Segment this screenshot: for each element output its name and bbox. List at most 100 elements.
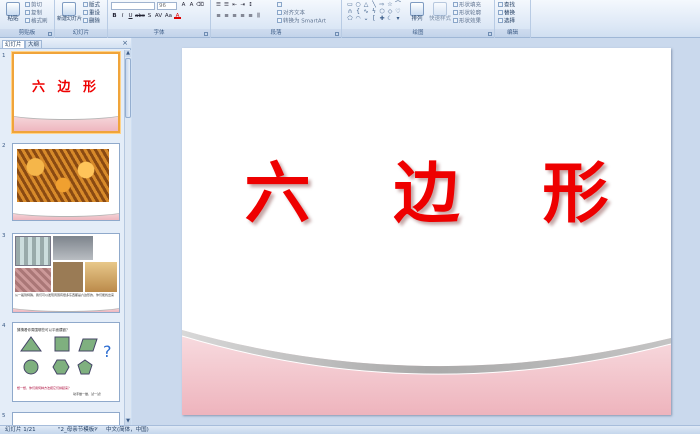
font-name-combo[interactable] bbox=[111, 2, 155, 10]
align-center-icon[interactable]: ≡ bbox=[223, 13, 230, 20]
new-slide-button[interactable]: 新建幻灯片 bbox=[57, 2, 82, 23]
distribute-icon[interactable]: ≡ bbox=[247, 13, 254, 20]
line-spacing-icon[interactable]: ↕ bbox=[247, 2, 254, 9]
paste-icon bbox=[6, 2, 20, 16]
svg-text:?: ? bbox=[103, 342, 112, 361]
tab-outline[interactable]: 大纲 bbox=[25, 40, 43, 48]
slide-title[interactable]: 六 边 形 bbox=[182, 140, 671, 236]
rectangle-shape-icon[interactable]: ▭ bbox=[346, 1, 354, 8]
spellcheck-icon[interactable]: ✓ bbox=[94, 426, 99, 434]
tab-slides[interactable]: 幻灯片 bbox=[2, 40, 25, 48]
shape-outline-button[interactable]: 形状轮廓 bbox=[453, 10, 481, 17]
moon-shape-icon[interactable]: ☾ bbox=[386, 15, 394, 22]
char-spacing-button[interactable]: AV bbox=[154, 13, 163, 20]
align-right-icon[interactable]: ≡ bbox=[231, 13, 238, 20]
font-color-button[interactable]: A bbox=[174, 13, 181, 19]
thumbnail-wave bbox=[13, 202, 119, 220]
font-launcher-icon[interactable] bbox=[204, 32, 208, 36]
decrease-indent-icon[interactable]: ⇤ bbox=[231, 2, 238, 9]
editing-group-label: 编辑 bbox=[495, 29, 530, 37]
pentagon-shape-icon[interactable]: ⬠ bbox=[346, 15, 354, 22]
thumbnail-number: 1 bbox=[2, 53, 6, 59]
scroll-up-icon[interactable]: ▲ bbox=[125, 50, 131, 57]
increase-indent-icon[interactable]: ⇥ bbox=[239, 2, 246, 9]
text-shadow-button[interactable]: S bbox=[146, 13, 153, 20]
hexagon-shape-icon[interactable]: ⬡ bbox=[378, 8, 386, 15]
reset-button[interactable]: 重设 bbox=[83, 10, 100, 17]
arrow-shape-icon[interactable]: ⇨ bbox=[378, 1, 386, 8]
status-bar: 幻灯片 1/21 "2_母亲节模板" ✓ 中文(简体，中国) bbox=[0, 425, 700, 434]
slide-thumbnail-4[interactable]: 猜猜看你周围哪些可以平面镶嵌？ ? 想一想，你们用何种方法把它们拼起来？ 动手做… bbox=[12, 322, 120, 402]
more-shapes-icon[interactable]: ▾ bbox=[394, 15, 402, 22]
star-shape-icon[interactable]: ☆ bbox=[386, 1, 394, 8]
cut-button[interactable]: 剪切 bbox=[25, 2, 42, 9]
replace-button[interactable]: 替换 bbox=[498, 10, 515, 17]
thumbnail-title: 六 边 形 bbox=[31, 80, 101, 95]
slide-thumbnail-3[interactable]: 从一般到特殊，我们可以发现周围有很多东西都是六边形的，你们能找出来吗？ bbox=[12, 233, 120, 313]
justify-icon[interactable]: ≡ bbox=[239, 13, 246, 20]
italic-button[interactable]: I bbox=[119, 13, 126, 20]
paragraph-launcher-icon[interactable] bbox=[335, 32, 339, 36]
numbering-icon[interactable]: ☰ bbox=[223, 2, 230, 9]
arc-shape-icon[interactable]: ◠ bbox=[354, 15, 362, 22]
drawing-launcher-icon[interactable] bbox=[488, 32, 492, 36]
grow-font-icon[interactable]: A bbox=[180, 2, 187, 9]
smartart-button[interactable]: 转换为 SmartArt bbox=[277, 18, 326, 25]
scroll-thumb[interactable] bbox=[125, 58, 131, 118]
paving-photo bbox=[15, 268, 51, 292]
align-text-icon bbox=[277, 10, 282, 15]
align-left-icon[interactable]: ≡ bbox=[215, 13, 222, 20]
shapes-gallery[interactable]: ▭ ○ △ ╲ ⇨ ☆ ⌒ ∩ { ∿ ϟ ⬡ ◇ ♡ ⬠ ◠ ⌄ [ ✚ ☾ … bbox=[346, 1, 402, 22]
paste-button[interactable]: 粘贴 bbox=[2, 2, 24, 23]
diamond-shape-icon[interactable]: ◇ bbox=[386, 8, 394, 15]
hex-tile-photo bbox=[15, 236, 51, 266]
scroll-down-icon[interactable]: ▼ bbox=[125, 418, 131, 425]
delete-slide-button[interactable]: 删除 bbox=[83, 18, 100, 25]
find-button[interactable]: 查找 bbox=[498, 2, 515, 9]
heart-shape-icon[interactable]: ♡ bbox=[394, 8, 402, 15]
text-direction-button[interactable] bbox=[277, 2, 283, 9]
layout-icon bbox=[83, 2, 88, 7]
copy-button[interactable]: 复制 bbox=[25, 10, 42, 17]
close-icon[interactable]: × bbox=[122, 39, 128, 48]
current-slide[interactable]: 六 边 形 bbox=[182, 48, 671, 415]
underline-button[interactable]: U bbox=[127, 13, 134, 20]
line-shape-icon[interactable]: ╲ bbox=[370, 1, 378, 8]
clipboard-launcher-icon[interactable] bbox=[48, 32, 52, 36]
layout-button[interactable]: 版式 bbox=[83, 2, 100, 9]
cross-shape-icon[interactable]: ✚ bbox=[378, 15, 386, 22]
bullets-icon[interactable]: ☰ bbox=[215, 2, 222, 9]
arrange-button[interactable]: 排列 bbox=[406, 2, 428, 23]
clear-format-icon[interactable]: ⌫ bbox=[196, 2, 204, 9]
brace-shape-icon[interactable]: { bbox=[354, 8, 362, 15]
change-case-button[interactable]: Aa bbox=[164, 13, 173, 20]
align-text-button[interactable]: 对齐文本 bbox=[277, 10, 305, 17]
pen-icon bbox=[453, 10, 458, 15]
select-button[interactable]: 选择 bbox=[498, 18, 515, 25]
shape-effects-button[interactable]: 形状效果 bbox=[453, 18, 481, 25]
triangle-shape-icon[interactable]: △ bbox=[362, 1, 370, 8]
shape-fill-button[interactable]: 形状填充 bbox=[453, 2, 481, 9]
drawing-group-label: 绘图 bbox=[342, 29, 494, 37]
slide-thumbnail-1[interactable]: 六 边 形 bbox=[12, 52, 120, 133]
language-indicator: 中文(简体，中国) bbox=[106, 427, 149, 433]
chevron-shape-icon[interactable]: ⌄ bbox=[362, 15, 370, 22]
callout-shape-icon[interactable]: ⌒ bbox=[394, 1, 402, 8]
bold-button[interactable]: B bbox=[111, 13, 118, 20]
curve-shape-icon[interactable]: ∩ bbox=[346, 8, 354, 15]
strikethrough-button[interactable]: abc bbox=[135, 13, 145, 20]
thumbnail-scrollbar[interactable]: ▲ ▼ bbox=[124, 50, 131, 425]
slides-group-label: 幻灯片 bbox=[55, 29, 107, 37]
slide-decor-band bbox=[182, 330, 671, 415]
slide-thumbnail-5[interactable] bbox=[12, 412, 120, 425]
font-size-combo[interactable]: 96 bbox=[157, 2, 177, 10]
lightning-shape-icon[interactable]: ϟ bbox=[370, 8, 378, 15]
slide-thumbnail-2[interactable] bbox=[12, 143, 120, 221]
quick-styles-button[interactable]: 快速样式 bbox=[428, 2, 452, 23]
wave-shape-icon[interactable]: ∿ bbox=[362, 8, 370, 15]
columns-icon[interactable]: ⫼ bbox=[255, 13, 262, 20]
ellipse-shape-icon[interactable]: ○ bbox=[354, 1, 362, 8]
shrink-font-icon[interactable]: A bbox=[188, 2, 195, 9]
bracket-shape-icon[interactable]: [ bbox=[370, 15, 378, 22]
format-painter-button[interactable]: 格式刷 bbox=[25, 18, 48, 25]
